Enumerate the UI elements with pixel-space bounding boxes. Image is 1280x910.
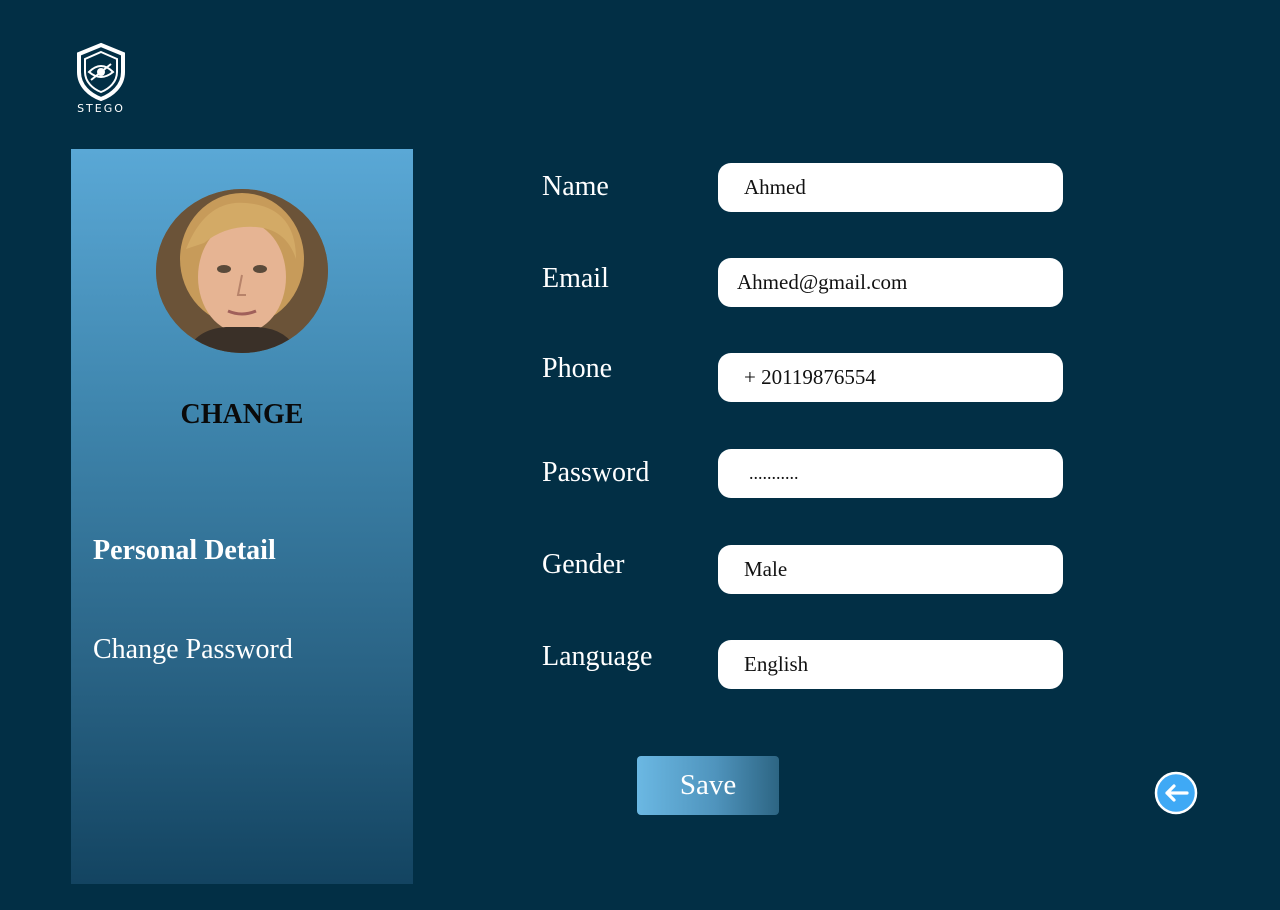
back-button[interactable] bbox=[1154, 771, 1198, 815]
logo: STEGO bbox=[70, 42, 132, 118]
sidebar-item-change-password[interactable]: Change Password bbox=[93, 634, 293, 666]
gender-label: Gender bbox=[542, 549, 625, 580]
avatar-portrait bbox=[156, 189, 328, 353]
sidebar: CHANGE Personal Detail Change Password bbox=[71, 149, 413, 884]
name-label: Name bbox=[542, 171, 609, 202]
email-field[interactable] bbox=[718, 258, 1063, 307]
email-label: Email bbox=[542, 263, 609, 294]
password-field[interactable] bbox=[718, 449, 1063, 498]
language-label: Language bbox=[542, 641, 653, 672]
profile-settings-page: STEGO CHANGE Personal Detail Change Pass… bbox=[0, 0, 1280, 910]
language-field[interactable] bbox=[718, 640, 1063, 689]
avatar[interactable] bbox=[156, 189, 328, 353]
phone-label: Phone bbox=[542, 353, 612, 384]
change-photo-button[interactable]: CHANGE bbox=[71, 399, 413, 431]
sidebar-item-personal-detail[interactable]: Personal Detail bbox=[93, 535, 276, 567]
password-label: Password bbox=[542, 457, 650, 488]
phone-field[interactable] bbox=[718, 353, 1063, 402]
shield-eye-icon bbox=[77, 42, 125, 102]
name-field[interactable] bbox=[718, 163, 1063, 212]
save-button[interactable]: Save bbox=[637, 756, 779, 815]
arrow-left-icon bbox=[1154, 771, 1198, 815]
logo-text: STEGO bbox=[77, 102, 125, 115]
gender-field[interactable] bbox=[718, 545, 1063, 594]
